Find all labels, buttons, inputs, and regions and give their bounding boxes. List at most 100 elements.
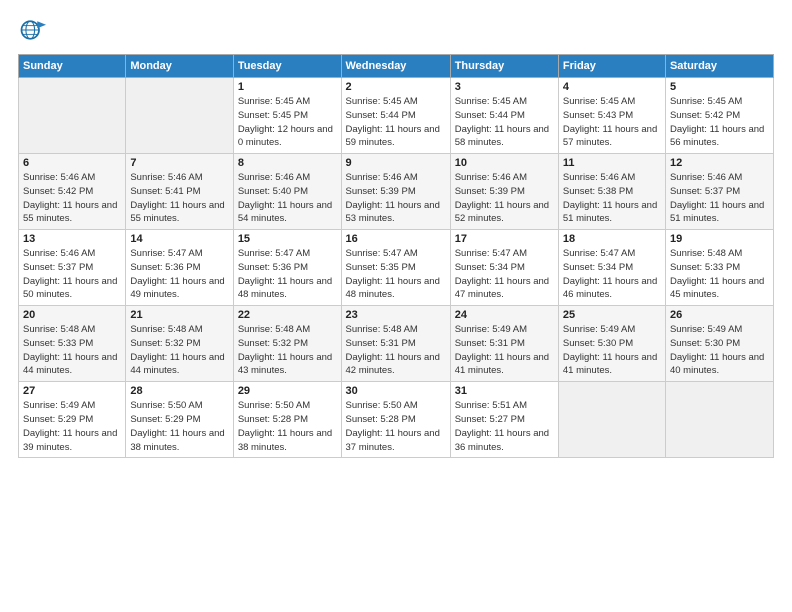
day-number: 18 — [563, 233, 661, 245]
calendar-cell: 20Sunrise: 5:48 AM Sunset: 5:33 PM Dayli… — [19, 306, 126, 382]
calendar-cell: 1 Sunrise: 5:45 AM Sunset: 5:45 PM Daylig… — [233, 78, 341, 154]
day-number: 1 — [238, 81, 337, 93]
day-info: Sunrise: 5:46 AM Sunset: 5:39 PM Dayligh… — [455, 171, 554, 226]
day-info: Sunrise: 5:50 AM Sunset: 5:28 PM Dayligh… — [238, 399, 337, 454]
day-info: Sunrise: 5:49 AM Sunset: 5:29 PM Dayligh… — [23, 399, 121, 454]
calendar-cell: 19Sunrise: 5:48 AM Sunset: 5:33 PM Dayli… — [665, 230, 773, 306]
calendar-cell: 31 Sunrise: 5:51 AM Sunset: 5:27 PM Dayli… — [450, 382, 558, 458]
calendar-cell: 6Sunrise: 5:46 AM Sunset: 5:42 PM Daylig… — [19, 154, 126, 230]
day-number: 14 — [130, 233, 228, 245]
day-info: Sunrise: 5:45 AM Sunset: 5:44 PM Dayligh… — [455, 95, 554, 150]
calendar-cell: 18 Sunrise: 5:47 AM Sunset: 5:34 PM Dayli… — [558, 230, 665, 306]
day-number: 17 — [455, 233, 554, 245]
day-number: 2 — [346, 81, 446, 93]
logo — [18, 16, 50, 44]
calendar-cell: 27 Sunrise: 5:49 AM Sunset: 5:29 PM Dayli… — [19, 382, 126, 458]
day-number: 6 — [23, 157, 121, 169]
day-number: 27 — [23, 385, 121, 397]
weekday-header: Thursday — [450, 55, 558, 78]
day-info: Sunrise: 5:47 AM Sunset: 5:36 PM Dayligh… — [130, 247, 228, 302]
calendar-cell — [126, 78, 233, 154]
calendar-cell: 21 Sunrise: 5:48 AM Sunset: 5:32 PM Dayli… — [126, 306, 233, 382]
day-number: 24 — [455, 309, 554, 321]
day-info: Sunrise: 5:45 AM Sunset: 5:44 PM Dayligh… — [346, 95, 446, 150]
calendar-cell: 26 Sunrise: 5:49 AM Sunset: 5:30 PM Dayli… — [665, 306, 773, 382]
calendar-cell: 13 Sunrise: 5:46 AM Sunset: 5:37 PM Dayli… — [19, 230, 126, 306]
calendar-cell: 5 Sunrise: 5:45 AM Sunset: 5:42 PM Daylig… — [665, 78, 773, 154]
day-info: Sunrise: 5:49 AM Sunset: 5:30 PM Dayligh… — [670, 323, 769, 378]
calendar-cell: 11 Sunrise: 5:46 AM Sunset: 5:38 PM Dayli… — [558, 154, 665, 230]
calendar-cell: 28 Sunrise: 5:50 AM Sunset: 5:29 PM Dayli… — [126, 382, 233, 458]
day-number: 29 — [238, 385, 337, 397]
weekday-header: Saturday — [665, 55, 773, 78]
calendar-cell: 16 Sunrise: 5:47 AM Sunset: 5:35 PM Dayli… — [341, 230, 450, 306]
day-number: 16 — [346, 233, 446, 245]
calendar-cell — [558, 382, 665, 458]
day-number: 13 — [23, 233, 121, 245]
weekday-header: Monday — [126, 55, 233, 78]
day-number: 9 — [346, 157, 446, 169]
day-number: 19 — [670, 233, 769, 245]
day-info: Sunrise: 5:47 AM Sunset: 5:35 PM Dayligh… — [346, 247, 446, 302]
calendar-week-row: 13 Sunrise: 5:46 AM Sunset: 5:37 PM Dayli… — [19, 230, 774, 306]
calendar-cell: 15 Sunrise: 5:47 AM Sunset: 5:36 PM Dayli… — [233, 230, 341, 306]
day-info: Sunrise: 5:45 AM Sunset: 5:42 PM Dayligh… — [670, 95, 769, 150]
calendar-header-row: SundayMondayTuesdayWednesdayThursdayFrid… — [19, 55, 774, 78]
day-number: 25 — [563, 309, 661, 321]
day-info: Sunrise: 5:46 AM Sunset: 5:41 PM Dayligh… — [130, 171, 228, 226]
day-info: Sunrise: 5:48 AM Sunset: 5:32 PM Dayligh… — [238, 323, 337, 378]
day-number: 31 — [455, 385, 554, 397]
calendar-cell: 12Sunrise: 5:46 AM Sunset: 5:37 PM Dayli… — [665, 154, 773, 230]
day-info: Sunrise: 5:47 AM Sunset: 5:34 PM Dayligh… — [563, 247, 661, 302]
day-number: 26 — [670, 309, 769, 321]
calendar-cell: 3Sunrise: 5:45 AM Sunset: 5:44 PM Daylig… — [450, 78, 558, 154]
page: SundayMondayTuesdayWednesdayThursdayFrid… — [0, 0, 792, 612]
calendar-cell: 30 Sunrise: 5:50 AM Sunset: 5:28 PM Dayli… — [341, 382, 450, 458]
day-info: Sunrise: 5:46 AM Sunset: 5:39 PM Dayligh… — [346, 171, 446, 226]
weekday-header: Tuesday — [233, 55, 341, 78]
weekday-header: Wednesday — [341, 55, 450, 78]
calendar-cell — [19, 78, 126, 154]
day-info: Sunrise: 5:45 AM Sunset: 5:45 PM Dayligh… — [238, 95, 337, 150]
logo-icon — [18, 16, 46, 44]
calendar-cell: 10 Sunrise: 5:46 AM Sunset: 5:39 PM Dayli… — [450, 154, 558, 230]
day-info: Sunrise: 5:48 AM Sunset: 5:32 PM Dayligh… — [130, 323, 228, 378]
day-number: 30 — [346, 385, 446, 397]
weekday-header: Sunday — [19, 55, 126, 78]
calendar-cell: 9 Sunrise: 5:46 AM Sunset: 5:39 PM Daylig… — [341, 154, 450, 230]
day-info: Sunrise: 5:47 AM Sunset: 5:34 PM Dayligh… — [455, 247, 554, 302]
day-number: 15 — [238, 233, 337, 245]
day-info: Sunrise: 5:46 AM Sunset: 5:38 PM Dayligh… — [563, 171, 661, 226]
day-number: 4 — [563, 81, 661, 93]
calendar-week-row: 27 Sunrise: 5:49 AM Sunset: 5:29 PM Dayli… — [19, 382, 774, 458]
day-number: 20 — [23, 309, 121, 321]
calendar-cell: 17 Sunrise: 5:47 AM Sunset: 5:34 PM Dayli… — [450, 230, 558, 306]
weekday-header: Friday — [558, 55, 665, 78]
day-info: Sunrise: 5:51 AM Sunset: 5:27 PM Dayligh… — [455, 399, 554, 454]
day-info: Sunrise: 5:47 AM Sunset: 5:36 PM Dayligh… — [238, 247, 337, 302]
calendar-cell: 23 Sunrise: 5:48 AM Sunset: 5:31 PM Dayli… — [341, 306, 450, 382]
day-number: 23 — [346, 309, 446, 321]
day-number: 21 — [130, 309, 228, 321]
day-number: 10 — [455, 157, 554, 169]
day-number: 11 — [563, 157, 661, 169]
calendar-week-row: 20Sunrise: 5:48 AM Sunset: 5:33 PM Dayli… — [19, 306, 774, 382]
day-number: 28 — [130, 385, 228, 397]
calendar-cell: 24 Sunrise: 5:49 AM Sunset: 5:31 PM Dayli… — [450, 306, 558, 382]
day-info: Sunrise: 5:50 AM Sunset: 5:28 PM Dayligh… — [346, 399, 446, 454]
calendar-cell: 7 Sunrise: 5:46 AM Sunset: 5:41 PM Daylig… — [126, 154, 233, 230]
calendar-week-row: 1 Sunrise: 5:45 AM Sunset: 5:45 PM Daylig… — [19, 78, 774, 154]
calendar-week-row: 6Sunrise: 5:46 AM Sunset: 5:42 PM Daylig… — [19, 154, 774, 230]
day-number: 7 — [130, 157, 228, 169]
day-info: Sunrise: 5:50 AM Sunset: 5:29 PM Dayligh… — [130, 399, 228, 454]
calendar-cell: 25Sunrise: 5:49 AM Sunset: 5:30 PM Dayli… — [558, 306, 665, 382]
day-number: 5 — [670, 81, 769, 93]
day-info: Sunrise: 5:46 AM Sunset: 5:37 PM Dayligh… — [23, 247, 121, 302]
day-info: Sunrise: 5:46 AM Sunset: 5:37 PM Dayligh… — [670, 171, 769, 226]
calendar-cell — [665, 382, 773, 458]
day-info: Sunrise: 5:49 AM Sunset: 5:31 PM Dayligh… — [455, 323, 554, 378]
calendar-cell: 14 Sunrise: 5:47 AM Sunset: 5:36 PM Dayli… — [126, 230, 233, 306]
calendar-cell: 22Sunrise: 5:48 AM Sunset: 5:32 PM Dayli… — [233, 306, 341, 382]
day-info: Sunrise: 5:48 AM Sunset: 5:31 PM Dayligh… — [346, 323, 446, 378]
calendar-cell: 29 Sunrise: 5:50 AM Sunset: 5:28 PM Dayli… — [233, 382, 341, 458]
